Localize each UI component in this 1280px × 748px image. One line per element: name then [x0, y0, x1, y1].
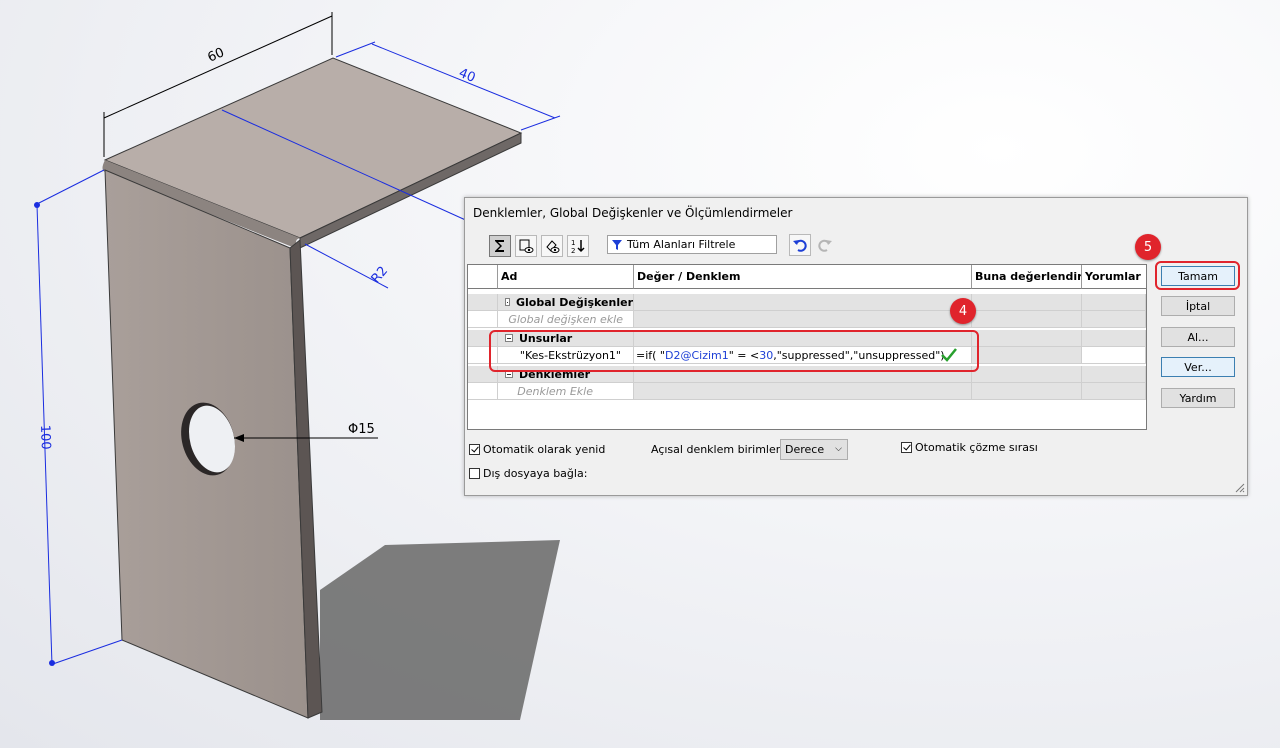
column-value[interactable]: Değer / Denklem — [634, 265, 972, 289]
table-row[interactable]: Global değişken ekle — [468, 311, 1146, 328]
help-button[interactable]: Yardım — [1161, 388, 1235, 408]
column-evaluates[interactable]: Buna değerlendir: — [972, 265, 1082, 289]
svg-text:1: 1 — [571, 239, 575, 247]
add-global-variable-cell[interactable]: Global değişken ekle — [498, 311, 634, 328]
link-external-label: Dış dosyaya bağla: — [483, 467, 588, 480]
sketch-equation-view-button[interactable] — [515, 235, 537, 257]
ordered-view-button[interactable]: 12 — [567, 235, 589, 257]
dialog-title: Denklemler, Global Değişkenler ve Ölçüml… — [473, 206, 793, 220]
dimension-hole-label: Φ15 — [348, 422, 375, 437]
sketch-eye-icon — [519, 239, 534, 253]
table-row[interactable]: Denklem Ekle — [468, 383, 1146, 400]
dimension-100-label: 100 — [37, 425, 53, 450]
sort-order-icon: 12 — [571, 239, 585, 254]
undo-icon — [793, 239, 807, 252]
angle-units-value: Derece — [785, 443, 825, 456]
angle-units-select[interactable]: Derece ⌵ — [780, 439, 848, 460]
undo-button[interactable] — [789, 234, 811, 256]
filter-icon — [612, 239, 622, 250]
import-button[interactable]: Al... — [1161, 327, 1235, 347]
svg-text:2: 2 — [571, 247, 575, 254]
dimension-view-button[interactable] — [541, 235, 563, 257]
dimension-radius-label: R2 — [369, 264, 392, 287]
sigma-icon — [495, 240, 504, 252]
auto-rebuild-option[interactable]: Otomatik olarak yenid — [469, 443, 605, 456]
equation-view-button[interactable] — [489, 235, 511, 257]
auto-rebuild-checkbox[interactable] — [469, 444, 480, 455]
resize-grip-icon[interactable] — [1233, 481, 1245, 493]
auto-solve-option[interactable]: Otomatik çözme sırası — [901, 441, 1038, 454]
angle-units-label: Açısal denklem birimleri: — [651, 443, 788, 456]
auto-rebuild-label: Otomatik olarak yenid — [483, 443, 606, 456]
auto-solve-checkbox[interactable] — [901, 442, 912, 453]
group-row-global[interactable]: Global Değişkenler — [468, 294, 1146, 311]
export-button[interactable]: Ver... — [1161, 357, 1235, 377]
filter-field[interactable]: Tüm Alanları Filtrele — [607, 235, 777, 254]
dimension-60-label: 60 — [206, 45, 227, 65]
chevron-down-icon: ⌵ — [835, 444, 842, 454]
part-shadow — [320, 540, 560, 720]
step-badge-4: 4 — [950, 298, 976, 324]
cancel-button[interactable]: İptal — [1161, 296, 1235, 316]
dimension-radius[interactable]: R2 — [304, 243, 392, 289]
link-external-option[interactable]: Dış dosyaya bağla: — [469, 467, 587, 480]
filter-label: Tüm Alanları Filtrele — [627, 238, 736, 251]
group-label: Global Değişkenler — [515, 295, 633, 309]
dimension-40-label: 40 — [457, 66, 478, 86]
redo-icon[interactable] — [817, 237, 833, 256]
header-spacer — [468, 265, 498, 289]
link-external-checkbox[interactable] — [469, 468, 480, 479]
step-badge-5: 5 — [1135, 234, 1161, 260]
auto-solve-label: Otomatik çözme sırası — [915, 441, 1038, 454]
dimension-eye-icon — [546, 240, 560, 253]
collapse-icon[interactable] — [505, 298, 510, 306]
ok-button-highlight — [1155, 261, 1240, 290]
column-name[interactable]: Ad — [498, 265, 634, 289]
table-header: Ad Değer / Denklem Buna değerlendir: Yor… — [468, 265, 1146, 289]
add-equation-cell[interactable]: Denklem Ekle — [498, 383, 634, 400]
equation-row-highlight — [489, 330, 979, 372]
column-comments[interactable]: Yorumlar — [1082, 265, 1146, 289]
